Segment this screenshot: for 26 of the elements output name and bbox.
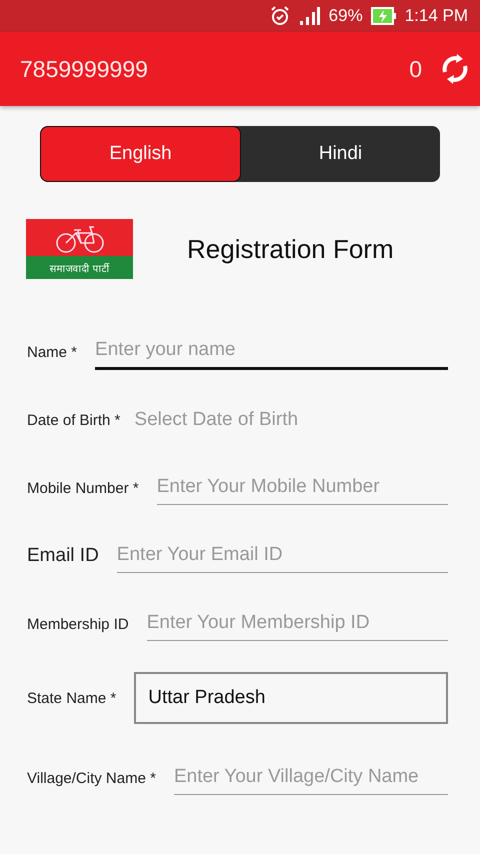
clock-time: 1:14 PM: [404, 6, 468, 26]
battery-icon: [370, 7, 397, 25]
alarm-icon: [268, 5, 291, 27]
field-label: Mobile Number *: [27, 480, 139, 496]
sync-icon[interactable]: [440, 52, 470, 86]
form-title: Registration Form: [187, 234, 394, 264]
text-field[interactable]: Enter your name: [95, 334, 448, 370]
language-tab[interactable]: Hindi: [241, 126, 440, 182]
logo-caption: समाजवादी पार्टी: [26, 256, 133, 279]
field-label: Name *: [27, 344, 78, 360]
bicycle-icon: [26, 219, 133, 256]
phone-number: 7859999999: [20, 56, 149, 82]
field-label: Village/City Name *: [27, 770, 156, 786]
field-label: Membership ID: [27, 616, 129, 632]
language-tab[interactable]: English: [40, 126, 241, 182]
state-select[interactable]: Uttar Pradesh: [134, 672, 448, 724]
sync-count: 0: [409, 56, 422, 82]
text-field[interactable]: Enter Your Village/City Name: [174, 762, 448, 794]
text-field[interactable]: Enter Your Mobile Number: [156, 472, 448, 504]
text-field[interactable]: Enter Your Email ID: [116, 540, 448, 572]
battery-percent: 69%: [328, 6, 363, 26]
signal-icon: [298, 6, 321, 26]
field-label: State Name *: [27, 690, 116, 706]
field-label: Date of Birth *: [27, 412, 120, 428]
text-field[interactable]: Enter Your Membership ID: [146, 608, 448, 640]
field-label: Email ID: [27, 545, 99, 567]
